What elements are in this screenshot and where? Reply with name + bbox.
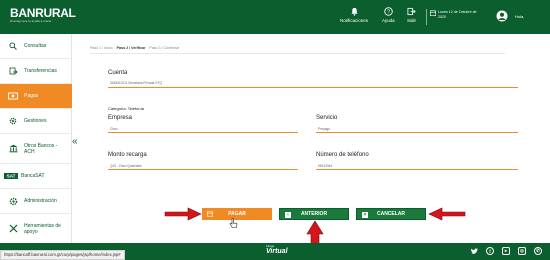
cuenta-label: Cuenta xyxy=(108,70,128,76)
banca-virtual-logo: banca Virtual xyxy=(266,245,288,256)
calendar-icon xyxy=(430,10,436,16)
sidebar-item-herramientas[interactable]: Herramientas de apoyo xyxy=(0,214,72,243)
sidebar: Consultas Transferencias Pagos Gestiones… xyxy=(0,34,72,243)
categoria-label: Categoría: Telefonía xyxy=(108,106,144,111)
step-1: Paso 1 / Inicio xyxy=(90,46,113,50)
transfer-icon xyxy=(8,66,18,76)
svg-text:SAT: SAT xyxy=(7,174,16,179)
telefono-value: 55243344 xyxy=(318,164,333,168)
top-header: BANRURAL El amigo que te ayuda a crecer … xyxy=(0,0,550,34)
telefono-underline xyxy=(316,169,518,170)
sidebar-item-label: Gestiones xyxy=(24,118,47,124)
logout-button[interactable]: Salir xyxy=(407,7,416,29)
logout-icon xyxy=(407,7,416,16)
red-arrow-right-icon xyxy=(164,207,202,221)
empresa-label: Empresa xyxy=(108,115,133,121)
sidebar-item-label: Otros Bancos - ACH xyxy=(24,142,58,155)
cancel-button[interactable]: × CANCELAR xyxy=(356,208,426,220)
greeting-text: Hola, xyxy=(515,14,525,19)
banrural-logo[interactable]: BANRURAL El amigo que te ayuda a crecer xyxy=(10,6,76,28)
bank-icon xyxy=(8,144,18,154)
sidebar-item-administracion[interactable]: Administración xyxy=(0,189,72,214)
question-icon: ? xyxy=(384,7,393,16)
collapse-sidebar-chevron-icon[interactable]: « xyxy=(72,136,78,147)
app-page: BANRURAL El amigo que te ayuda a crecer … xyxy=(0,0,550,260)
notifications-label: Notificaciones xyxy=(340,18,369,23)
youtube-icon[interactable]: ▸ xyxy=(502,247,510,255)
browser-status-url: https://bancaff.banrural.com.gt/corp/pag… xyxy=(0,250,125,260)
sidebar-item-label: Consultas xyxy=(24,43,47,49)
step-2: Paso 2 / Verificar xyxy=(116,46,146,50)
sidebar-item-bancasat[interactable]: SAT BancaSAT xyxy=(0,164,72,189)
sidebar-item-gestiones[interactable]: Gestiones xyxy=(0,109,72,134)
empresa-underline xyxy=(108,132,298,133)
search-icon xyxy=(8,41,18,51)
bell-icon xyxy=(350,7,358,16)
logout-label: Salir xyxy=(407,18,417,23)
cancel-button-label: CANCELAR xyxy=(376,211,406,217)
notifications-button[interactable]: Notificaciones xyxy=(340,7,368,29)
facebook-icon[interactable]: f xyxy=(486,247,494,255)
empresa-value: Claro xyxy=(110,127,118,131)
step-3: Paso 3 / Confirmar xyxy=(149,46,180,50)
sidebar-item-label: BancaSAT xyxy=(21,173,45,179)
cuenta-value: 3445010211 Monetaria Privada GTQ xyxy=(110,81,163,85)
previous-button[interactable]: ‹ ANTERIOR xyxy=(279,208,349,220)
monto-value: Q10 - Claro Quetzales xyxy=(110,164,142,168)
close-icon: × xyxy=(362,212,368,218)
admin-gear-icon xyxy=(8,196,18,206)
sidebar-item-transferencias[interactable]: Transferencias xyxy=(0,59,72,84)
sidebar-item-label: Transferencias xyxy=(24,68,57,74)
breadcrumb: Paso 1 / Inicio Paso 2 / Verificar Paso … xyxy=(90,46,179,50)
tools-icon xyxy=(8,224,18,234)
previous-button-label: ANTERIOR xyxy=(300,211,328,217)
servicio-underline xyxy=(316,132,518,133)
help-button[interactable]: ? Ayuda xyxy=(382,7,395,29)
sidebar-item-label: Pagos xyxy=(24,93,39,99)
telefono-label: Número de teléfono xyxy=(316,152,369,158)
gear-icon xyxy=(8,116,18,126)
cuenta-underline xyxy=(108,87,518,88)
header-divider xyxy=(426,9,427,25)
servicio-label: Servicio xyxy=(316,115,338,121)
sat-logo-icon: SAT xyxy=(4,171,18,181)
sidebar-item-label: Administración xyxy=(24,198,57,204)
payment-form-panel: Paso 1 / Inicio Paso 2 / Verificar Paso … xyxy=(84,38,544,198)
brand-main: Virtual xyxy=(266,248,288,255)
pay-button-label: PAGAR xyxy=(228,211,246,217)
chevron-left-icon: ‹ xyxy=(285,212,291,218)
sidebar-item-consultas[interactable]: Consultas xyxy=(0,34,72,59)
user-avatar-icon[interactable] xyxy=(496,10,508,22)
monto-label: Monto recarga xyxy=(108,152,147,158)
whatsapp-icon[interactable]: ✆ xyxy=(534,247,542,255)
sidebar-item-pagos[interactable]: Pagos xyxy=(0,84,72,109)
servicio-value: Prepago xyxy=(318,127,331,131)
breadcrumb-divider xyxy=(90,53,505,54)
money-icon xyxy=(8,91,18,101)
help-label: Ayuda xyxy=(382,18,395,23)
svg-text:?: ? xyxy=(387,9,390,15)
monto-underline xyxy=(108,169,298,170)
current-date: Lunes 12 de Octubre de 2020 xyxy=(438,10,477,19)
twitter-icon[interactable] xyxy=(470,247,479,256)
instagram-icon[interactable]: ◎ xyxy=(518,247,526,255)
sidebar-item-otros-bancos-ach[interactable]: Otros Bancos - ACH xyxy=(0,134,72,164)
hand-cursor-icon xyxy=(229,218,238,228)
logo-text: BANRURAL xyxy=(10,6,76,20)
red-arrow-left-icon xyxy=(428,207,466,221)
card-icon xyxy=(207,211,213,217)
sidebar-item-label: Herramientas de apoyo xyxy=(24,222,61,235)
